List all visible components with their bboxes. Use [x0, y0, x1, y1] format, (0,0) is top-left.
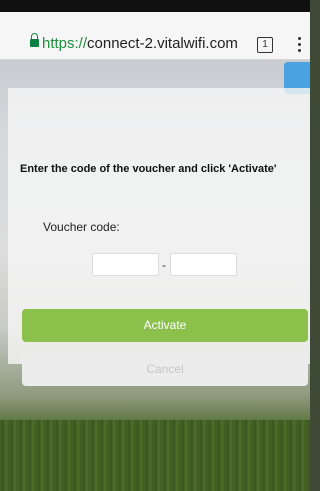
instruction-text: Enter the code of the voucher and click … — [20, 163, 277, 175]
voucher-code-label: Voucher code: — [43, 220, 120, 234]
url-host: connect-2.vitalwifi.com — [87, 35, 238, 52]
tab-switcher-button[interactable]: 1 — [257, 37, 273, 53]
voucher-code-input-2[interactable] — [170, 253, 237, 276]
voucher-code-separator: - — [162, 258, 166, 272]
more-menu-icon[interactable] — [298, 37, 302, 55]
activate-button[interactable]: Activate — [22, 309, 308, 342]
grass-background — [0, 420, 310, 491]
lock-icon — [30, 33, 39, 47]
status-bar — [0, 0, 310, 12]
url-scheme: https:// — [42, 35, 88, 52]
cancel-button[interactable]: Cancel — [22, 353, 308, 386]
address-bar[interactable]: https://connect-2.vitalwifi.com — [42, 35, 238, 52]
browser-toolbar: https://connect-2.vitalwifi.com 1 — [0, 12, 310, 60]
voucher-code-input-1[interactable] — [92, 253, 159, 276]
